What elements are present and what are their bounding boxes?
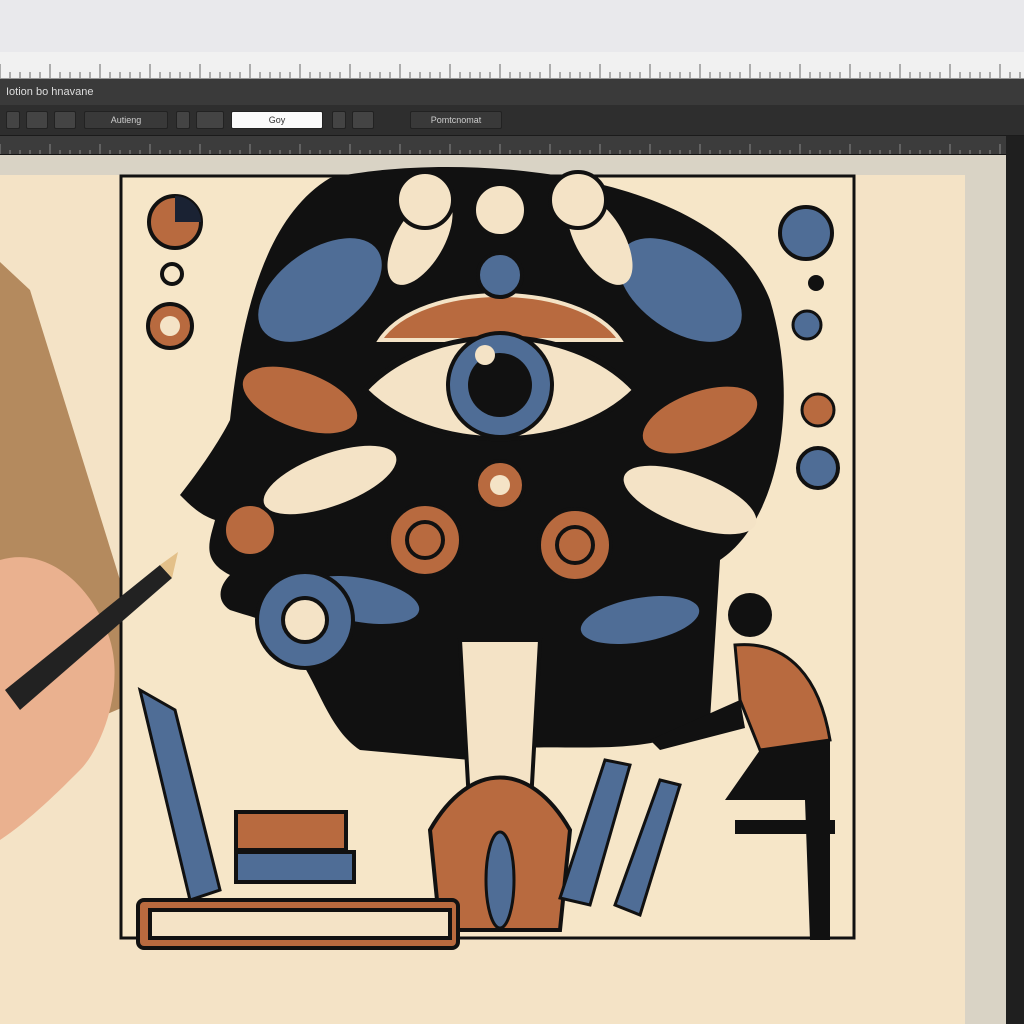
eye-highlight xyxy=(475,345,495,365)
artwork xyxy=(0,166,856,950)
top-circle-ornament xyxy=(476,251,524,299)
eye-pupil xyxy=(468,353,532,417)
